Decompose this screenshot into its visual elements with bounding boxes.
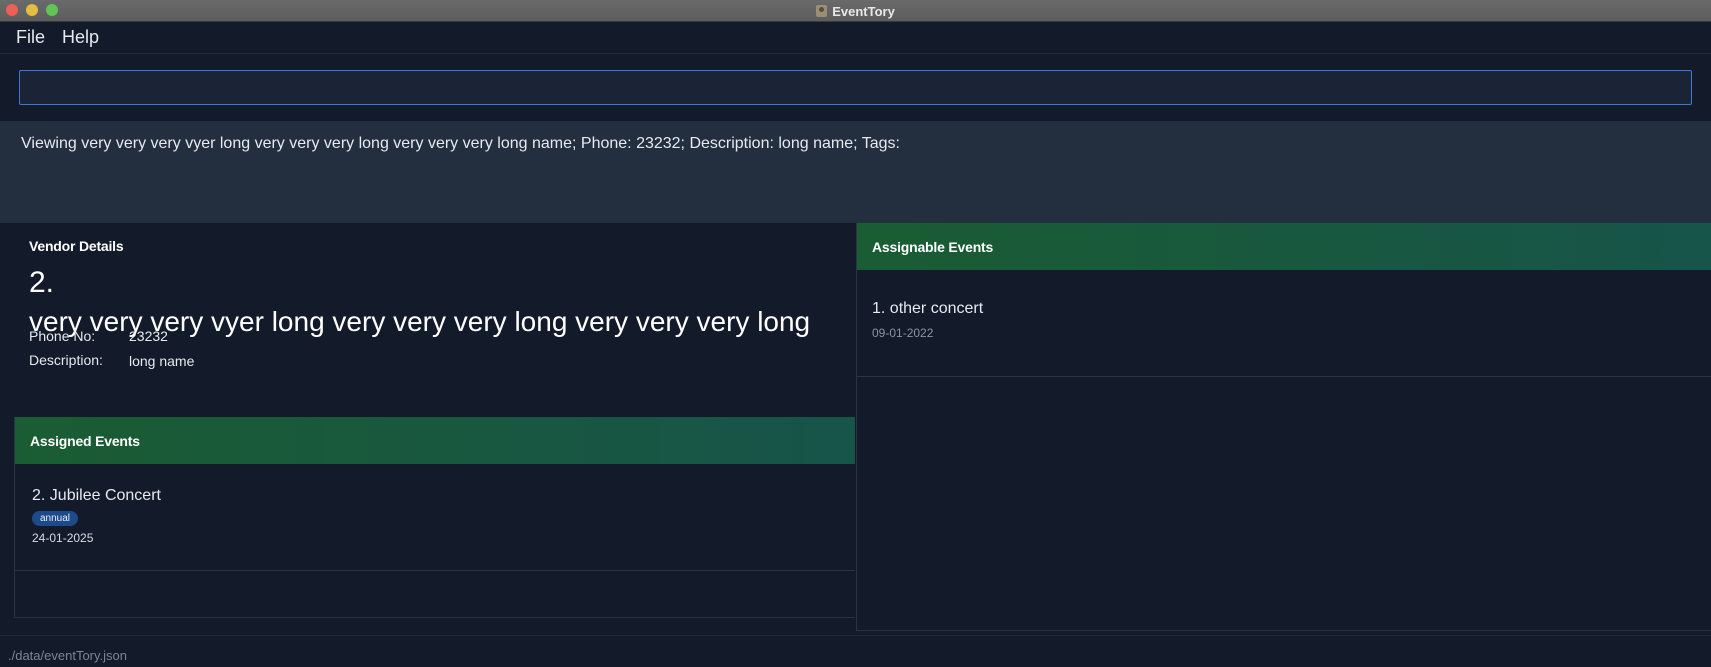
menu-file[interactable]: File <box>16 27 45 48</box>
window-title: EventTory <box>832 3 895 19</box>
phone-label: Phone No: <box>29 328 96 344</box>
vendor-details-heading: Vendor Details <box>29 238 124 254</box>
event-name: 2. Jubilee Concert <box>32 487 161 504</box>
phone-value: 23232 <box>129 328 168 344</box>
result-display: Viewing very very very vyer long very ve… <box>0 121 1711 223</box>
event-tag: annual <box>32 511 79 526</box>
event-name: 1. other concert <box>872 300 984 317</box>
window-title-group: EventTory <box>0 0 1711 22</box>
description-label: Description: <box>29 352 103 368</box>
menu-bar: File Help <box>0 22 1711 54</box>
assignable-events-heading: Assignable Events <box>857 223 1711 270</box>
save-file-path: ./data/eventTory.json <box>8 648 127 663</box>
vendor-index: 2. <box>29 266 55 299</box>
description-value: long name <box>129 353 195 369</box>
command-box-area <box>0 55 1711 121</box>
app-icon <box>816 5 828 17</box>
menu-help[interactable]: Help <box>62 27 99 48</box>
event-date: 24-01-2025 <box>32 531 94 545</box>
result-message: Viewing very very very vyer long very ve… <box>21 135 900 152</box>
list-item[interactable]: 1. other concert 09-01-2022 <box>857 270 1711 377</box>
status-bar: ./data/eventTory.json <box>0 635 1711 667</box>
divider <box>857 630 1711 631</box>
event-date: 09-01-2022 <box>872 326 934 340</box>
assignable-events-panel: Assignable Events 1. other concert 09-01… <box>856 223 1711 631</box>
assigned-events-heading: Assigned Events <box>15 417 855 464</box>
title-bar: EventTory <box>0 0 1711 22</box>
list-item[interactable]: 2. Jubilee Concert annual 24-01-2025 <box>15 464 855 571</box>
vendor-details-panel: Vendor Details 2. very very very vyer lo… <box>0 223 855 631</box>
command-input[interactable] <box>19 70 1692 105</box>
assigned-events-list: Assigned Events 2. Jubilee Concert annua… <box>14 417 855 618</box>
